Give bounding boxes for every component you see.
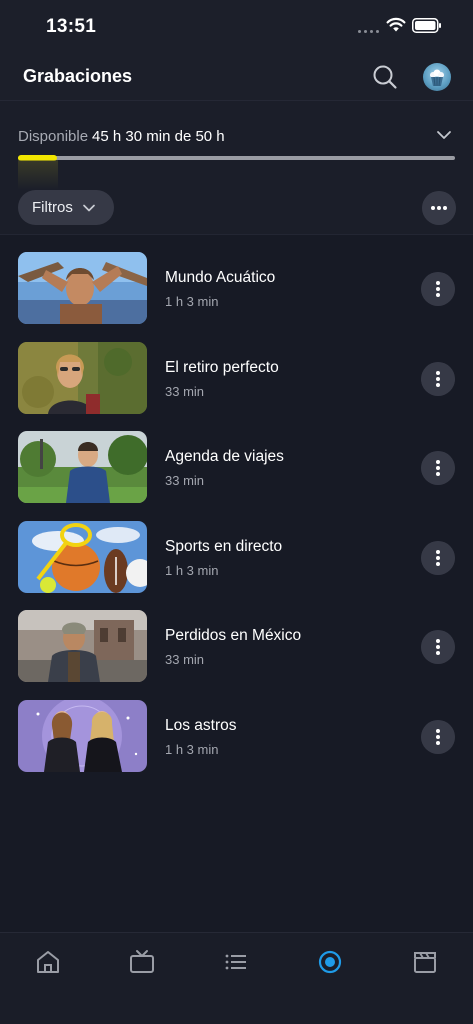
progress-glow (18, 160, 58, 190)
recording-duration: 33 min (165, 652, 205, 668)
recording-duration: 33 min (165, 473, 205, 489)
storage-label: Disponible (18, 128, 89, 145)
recording-title: Los astros (165, 716, 237, 734)
list-item[interactable]: El retiro perfecto 33 min (0, 325, 473, 415)
bottom-tab-bar (0, 932, 473, 1024)
avatar[interactable] (423, 63, 451, 91)
record-icon[interactable] (315, 947, 345, 977)
recording-duration: 1 h 3 min (165, 741, 219, 757)
filters-button[interactable]: Filtros (18, 190, 114, 225)
thumbnail-image (18, 252, 147, 324)
recording-title: Agenda de viajes (165, 448, 284, 466)
more-vertical-icon[interactable] (421, 272, 455, 306)
cupcake-icon (430, 69, 444, 87)
thumbnail-image (18, 699, 147, 772)
thumbnail-image (18, 520, 147, 593)
chevron-down-icon (82, 204, 95, 211)
recording-title: Sports en directo (165, 537, 283, 555)
storage-value: 45 h 30 min de 50 h (92, 128, 225, 145)
status-time: 13:51 (46, 16, 97, 37)
more-vertical-icon[interactable] (421, 540, 455, 575)
more-options-button[interactable] (422, 191, 456, 225)
home-icon[interactable] (33, 947, 63, 977)
tv-icon[interactable] (127, 947, 157, 977)
recording-duration: 1 h 3 min (165, 294, 219, 309)
list-item[interactable]: Perdidos en México 33 min (0, 593, 473, 683)
more-vertical-icon[interactable] (421, 361, 455, 396)
list-item[interactable]: Sports en directo 1 h 3 min (0, 504, 473, 594)
recording-title: Perdidos en México (165, 627, 302, 645)
storage-progress-bar (18, 155, 455, 161)
thumbnail-image (18, 341, 147, 414)
list-icon[interactable] (221, 947, 251, 977)
recording-title: Mundo Acuático (165, 269, 276, 286)
thumbnail-image (18, 431, 147, 504)
list-item[interactable]: Agenda de viajes 33 min (0, 414, 473, 504)
more-vertical-icon[interactable] (421, 630, 455, 665)
list-item[interactable]: Mundo Acuático 1 h 3 min (0, 235, 473, 325)
list-item[interactable]: Los astros 1 h 3 min (0, 683, 473, 773)
recordings-screen: 13:51 Grabaciones Disponible 45 h 30 min… (0, 0, 473, 1024)
filters-label: Filtros (32, 199, 73, 216)
signal-icon (358, 30, 379, 33)
recordings-list: Mundo Acuático 1 h 3 min El retiro perfe… (0, 235, 473, 773)
thumbnail-image (18, 610, 147, 683)
battery-icon (412, 18, 441, 33)
storage-panel: Disponible 45 h 30 min de 50 h Filtros (0, 101, 473, 235)
recording-duration: 1 h 3 min (165, 562, 219, 578)
page-title: Grabaciones (23, 66, 133, 86)
wifi-icon (386, 17, 406, 32)
chevron-down-icon[interactable] (436, 129, 452, 141)
recording-duration: 33 min (165, 383, 205, 399)
search-icon[interactable] (371, 63, 399, 91)
status-bar: 13:51 (0, 0, 473, 54)
app-header: Grabaciones (0, 54, 473, 101)
more-vertical-icon[interactable] (421, 451, 455, 486)
more-vertical-icon[interactable] (421, 719, 455, 754)
clapperboard-icon[interactable] (410, 947, 440, 977)
storage-info: Disponible 45 h 30 min de 50 h (18, 128, 225, 145)
recording-title: El retiro perfecto (165, 358, 279, 376)
